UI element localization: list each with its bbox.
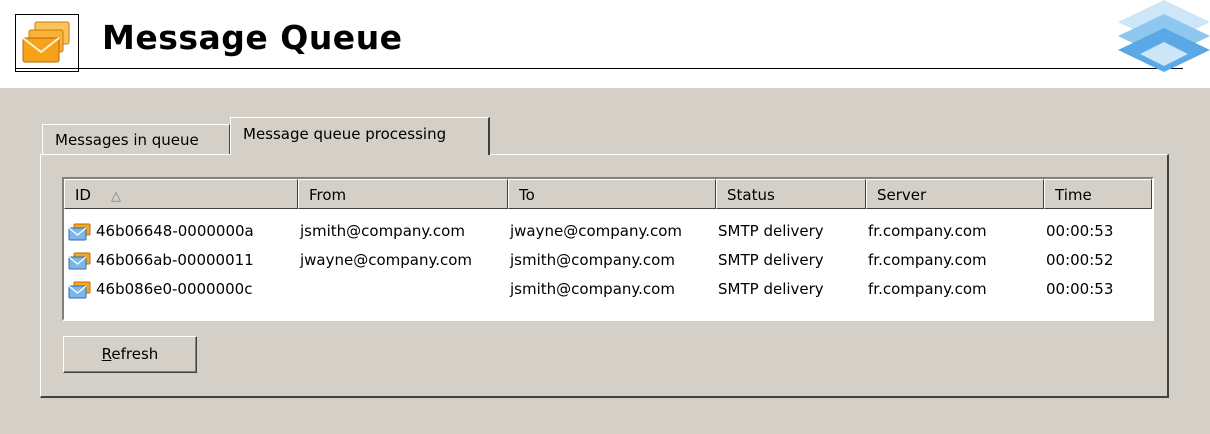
column-header-time[interactable]: Time: [1044, 179, 1152, 209]
message-icon: [68, 223, 91, 241]
cell-status: SMTP delivery: [718, 280, 824, 298]
cell-to: jsmith@company.com: [510, 251, 675, 269]
cell-status: SMTP delivery: [718, 222, 824, 240]
refresh-button[interactable]: Refresh: [63, 336, 197, 373]
tab-message-queue-processing[interactable]: Message queue processing: [230, 117, 490, 155]
table-row[interactable]: 46b086e0-0000000c jsmith@company.com SMT…: [64, 275, 1152, 303]
table-row[interactable]: 46b06648-0000000a jsmith@company.com jwa…: [64, 217, 1152, 245]
cell-to: jsmith@company.com: [510, 280, 675, 298]
header: Message Queue: [0, 0, 1210, 88]
cell-server: fr.company.com: [868, 251, 987, 269]
cell-id: 46b06648-0000000a: [96, 222, 254, 240]
column-label: Server: [877, 186, 927, 204]
tab-label: Message queue processing: [243, 125, 447, 143]
cell-time: 00:00:53: [1046, 222, 1114, 240]
refresh-label: Refresh: [101, 345, 159, 363]
cell-from: jwayne@company.com: [300, 251, 473, 269]
cell-to: jwayne@company.com: [510, 222, 683, 240]
tab-label: Messages in queue: [55, 131, 199, 149]
message-icon: [68, 252, 91, 270]
queue-list[interactable]: ID △ From To Status Server Time 46b06648-…: [62, 177, 1154, 321]
cell-server: fr.company.com: [868, 280, 987, 298]
column-header-status[interactable]: Status: [716, 179, 866, 209]
column-header-id[interactable]: ID △: [64, 179, 298, 209]
envelopes-icon: [15, 14, 79, 72]
cell-id: 46b086e0-0000000c: [96, 280, 253, 298]
column-label: From: [309, 186, 347, 204]
cell-id: 46b066ab-00000011: [96, 251, 254, 269]
column-header-to[interactable]: To: [508, 179, 716, 209]
column-header-from[interactable]: From: [298, 179, 508, 209]
cell-status: SMTP delivery: [718, 251, 824, 269]
table-row[interactable]: 46b066ab-00000011 jwayne@company.com jsm…: [64, 246, 1152, 274]
column-label: Status: [727, 186, 775, 204]
column-header-server[interactable]: Server: [866, 179, 1044, 209]
column-label: ID: [75, 186, 91, 204]
column-label: To: [519, 186, 535, 204]
header-divider: [15, 68, 1183, 69]
sort-ascending-icon: △: [110, 189, 121, 204]
tab-messages-in-queue[interactable]: Messages in queue: [42, 124, 230, 154]
column-label: Time: [1055, 186, 1092, 204]
page-title: Message Queue: [102, 18, 403, 57]
list-header: ID △ From To Status Server Time: [64, 179, 1152, 209]
message-icon: [68, 281, 91, 299]
brand-logo: [1118, 0, 1210, 72]
cell-from: jsmith@company.com: [300, 222, 465, 240]
cell-time: 00:00:53: [1046, 280, 1114, 298]
cell-time: 00:00:52: [1046, 251, 1114, 269]
cell-server: fr.company.com: [868, 222, 987, 240]
